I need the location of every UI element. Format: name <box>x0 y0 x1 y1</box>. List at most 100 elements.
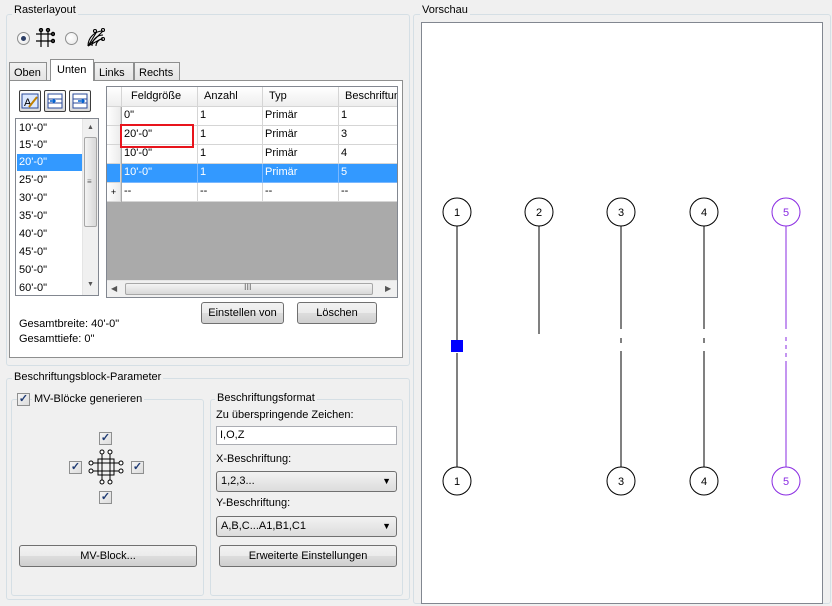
table-cell[interactable]: 5 <box>339 164 397 183</box>
right-label-checkbox[interactable]: ✓ <box>131 461 144 474</box>
label-params-title: Beschriftungsblock-Parameter <box>12 371 164 384</box>
table-cell[interactable]: -- <box>122 183 198 202</box>
thumb-grip-icon: ≡ <box>87 177 92 186</box>
generate-mv-label: MV-Blöcke generieren <box>32 393 145 406</box>
table-cell[interactable]: 1 <box>198 145 263 164</box>
col-header-label[interactable]: Beschriftun <box>339 87 397 107</box>
radial-grid-icon <box>87 27 106 47</box>
row-header-selected[interactable] <box>107 164 121 183</box>
new-row-marker[interactable]: + <box>107 183 121 202</box>
scroll-up-icon[interactable]: ▲ <box>83 124 98 131</box>
edit-label-icon: A <box>21 93 39 109</box>
top-bubble-label: 4 <box>701 207 707 219</box>
y-label-select[interactable]: A,B,C...A1,B1,C1 ▼ <box>216 516 397 537</box>
advanced-settings-button[interactable]: Erweiterte Einstellungen <box>219 545 397 567</box>
preview-title: Vorschau <box>420 4 470 17</box>
table-cell[interactable]: 4 <box>339 145 397 164</box>
list-item[interactable]: 50'-0" <box>17 262 83 279</box>
rectangular-grid-icon <box>36 28 55 47</box>
preview-drawing: 1 2 3 4 5 1 3 4 5 <box>442 197 801 496</box>
bottom-label-checkbox[interactable]: ✓ <box>99 491 112 504</box>
grid-bubble-icon <box>88 449 124 485</box>
col-header-count[interactable]: Anzahl <box>198 87 263 107</box>
bottom-bubble-label: 3 <box>618 476 624 488</box>
rectangular-mode-radio[interactable] <box>17 32 30 45</box>
preview-canvas: 1 2 3 4 5 1 3 4 5 <box>421 22 823 604</box>
bay-table[interactable]: Feldgröße Anzahl Typ Beschriftun 0" 1 Pr… <box>106 86 398 298</box>
top-bubble-label: 3 <box>618 207 624 219</box>
grip-handle <box>451 340 463 352</box>
list-item[interactable]: 35'-0" <box>17 208 83 225</box>
top-bubble-label: 5 <box>783 207 789 219</box>
copy-row-icon <box>72 93 88 109</box>
svg-text:A: A <box>24 97 32 109</box>
delete-button[interactable]: Löschen <box>297 302 377 324</box>
insert-row-icon <box>47 93 63 109</box>
label-format-title: Beschriftungsformat <box>215 392 317 405</box>
total-width-label: Gesamtbreite: 40'-0" <box>19 318 120 330</box>
scroll-right-icon[interactable]: ▶ <box>385 284 391 293</box>
row-header[interactable] <box>107 145 121 164</box>
x-label-label: X-Beschriftung: <box>216 453 292 465</box>
list-item[interactable]: 10'-0" <box>17 120 83 137</box>
row-header[interactable] <box>107 107 121 126</box>
chevron-down-icon: ▼ <box>382 521 391 531</box>
y-label-label: Y-Beschriftung: <box>216 497 291 509</box>
skip-chars-label: Zu überspringende Zeichen: <box>216 409 354 421</box>
left-label-checkbox[interactable]: ✓ <box>69 461 82 474</box>
top-bubble-label: 1 <box>454 207 460 219</box>
top-bubble-label: 2 <box>536 207 542 219</box>
bottom-bubble-label: 4 <box>701 476 707 488</box>
copy-row-button[interactable] <box>69 90 91 112</box>
table-cell[interactable]: 10'-0" <box>122 164 198 183</box>
col-header-bay-size[interactable]: Feldgröße <box>122 87 198 107</box>
list-item[interactable]: 40'-0" <box>17 226 83 243</box>
scroll-down-icon[interactable]: ▼ <box>83 281 98 288</box>
bay-size-list[interactable]: 10'-0" 15'-0" 20'-0" 25'-0" 30'-0" 35'-0… <box>15 118 99 296</box>
table-cell[interactable]: -- <box>263 183 339 202</box>
raster-layout-title: Rasterlayout <box>12 4 78 17</box>
list-item[interactable]: 15'-0" <box>17 137 83 154</box>
table-cell[interactable]: Primär <box>263 126 339 145</box>
list-item[interactable]: 45'-0" <box>17 244 83 261</box>
tab-unten[interactable]: Unten <box>50 59 94 81</box>
table-cell[interactable]: -- <box>198 183 263 202</box>
row-header[interactable] <box>107 126 121 145</box>
bottom-bubble-label: 5 <box>783 476 789 488</box>
list-item[interactable]: 30'-0" <box>17 190 83 207</box>
mv-block-button[interactable]: MV-Block... <box>19 545 197 567</box>
col-header-type[interactable]: Typ <box>263 87 339 107</box>
table-cell[interactable]: Primär <box>263 107 339 126</box>
table-cell[interactable]: 1 <box>339 107 397 126</box>
set-from-button[interactable]: Einstellen von <box>201 302 284 324</box>
insert-row-button[interactable] <box>44 90 66 112</box>
table-cell[interactable]: Primär <box>263 164 339 183</box>
list-scrollbar[interactable]: ▲ ≡ ▼ <box>82 119 98 295</box>
x-label-select[interactable]: 1,2,3... ▼ <box>216 471 397 492</box>
table-cell[interactable]: 3 <box>339 126 397 145</box>
top-label-checkbox[interactable]: ✓ <box>99 432 112 445</box>
table-cell[interactable]: 1 <box>198 126 263 145</box>
tab-oben[interactable]: Oben <box>9 62 47 81</box>
total-depth-label: Gesamttiefe: 0" <box>19 333 95 345</box>
chevron-down-icon: ▼ <box>382 476 391 486</box>
list-item-selected[interactable]: 20'-0" <box>17 154 83 171</box>
edit-label-button[interactable]: A <box>19 90 41 112</box>
cell-highlight-frame <box>120 124 194 148</box>
table-cell[interactable]: -- <box>339 183 397 202</box>
scroll-left-icon[interactable]: ◀ <box>111 284 117 293</box>
table-cell[interactable]: 1 <box>198 164 263 183</box>
tab-links[interactable]: Links <box>94 62 134 81</box>
bottom-bubble-label: 1 <box>454 476 460 488</box>
radial-mode-radio[interactable] <box>65 32 78 45</box>
table-cell[interactable]: 1 <box>198 107 263 126</box>
generate-mv-checkbox[interactable]: ✓ <box>17 393 30 406</box>
table-hscrollbar[interactable]: ◀ III ▶ <box>107 280 397 297</box>
list-item[interactable]: 25'-0" <box>17 172 83 189</box>
skip-chars-input[interactable]: I,O,Z <box>216 426 397 445</box>
list-item[interactable]: 60'-0" <box>17 280 83 295</box>
table-corner <box>107 87 122 107</box>
table-cell[interactable]: Primär <box>263 145 339 164</box>
hthumb-grip-icon: III <box>244 282 252 292</box>
tab-rechts[interactable]: Rechts <box>134 62 180 81</box>
